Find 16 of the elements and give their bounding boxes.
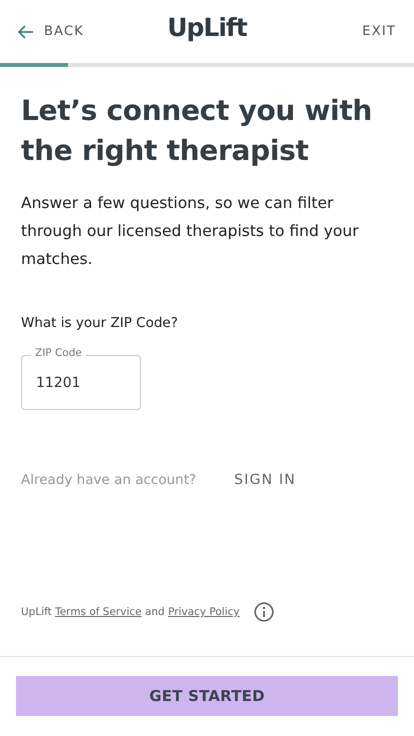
field-label: ZIP Code [31,347,86,359]
zip-input-field[interactable]: 11201 [21,355,141,410]
get-started-button[interactable]: GET STARTED [16,676,398,716]
intro-text: Answer a few questions, so we can filter through our licensed therapists to find your matches. [21,193,360,270]
account-prompt: Already have an account? [21,472,196,488]
back-button[interactable]: BACK [18,24,84,39]
question-label: What is your ZIP Code? [21,315,179,331]
exit-button[interactable]: EXIT [362,24,396,39]
legal-text: UpLift Terms of Service and Privacy Policy [21,606,240,618]
sign-in-link[interactable]: SIGN IN [234,472,296,488]
logo: UpLift [167,13,247,42]
privacy-link[interactable]: Privacy Policy [168,606,240,618]
terms-link[interactable]: Terms of Service [55,606,142,618]
page-title: Let’s connect you with the right therapist [21,93,374,169]
info-icon[interactable] [254,602,274,622]
back-arrow-icon [18,24,34,38]
